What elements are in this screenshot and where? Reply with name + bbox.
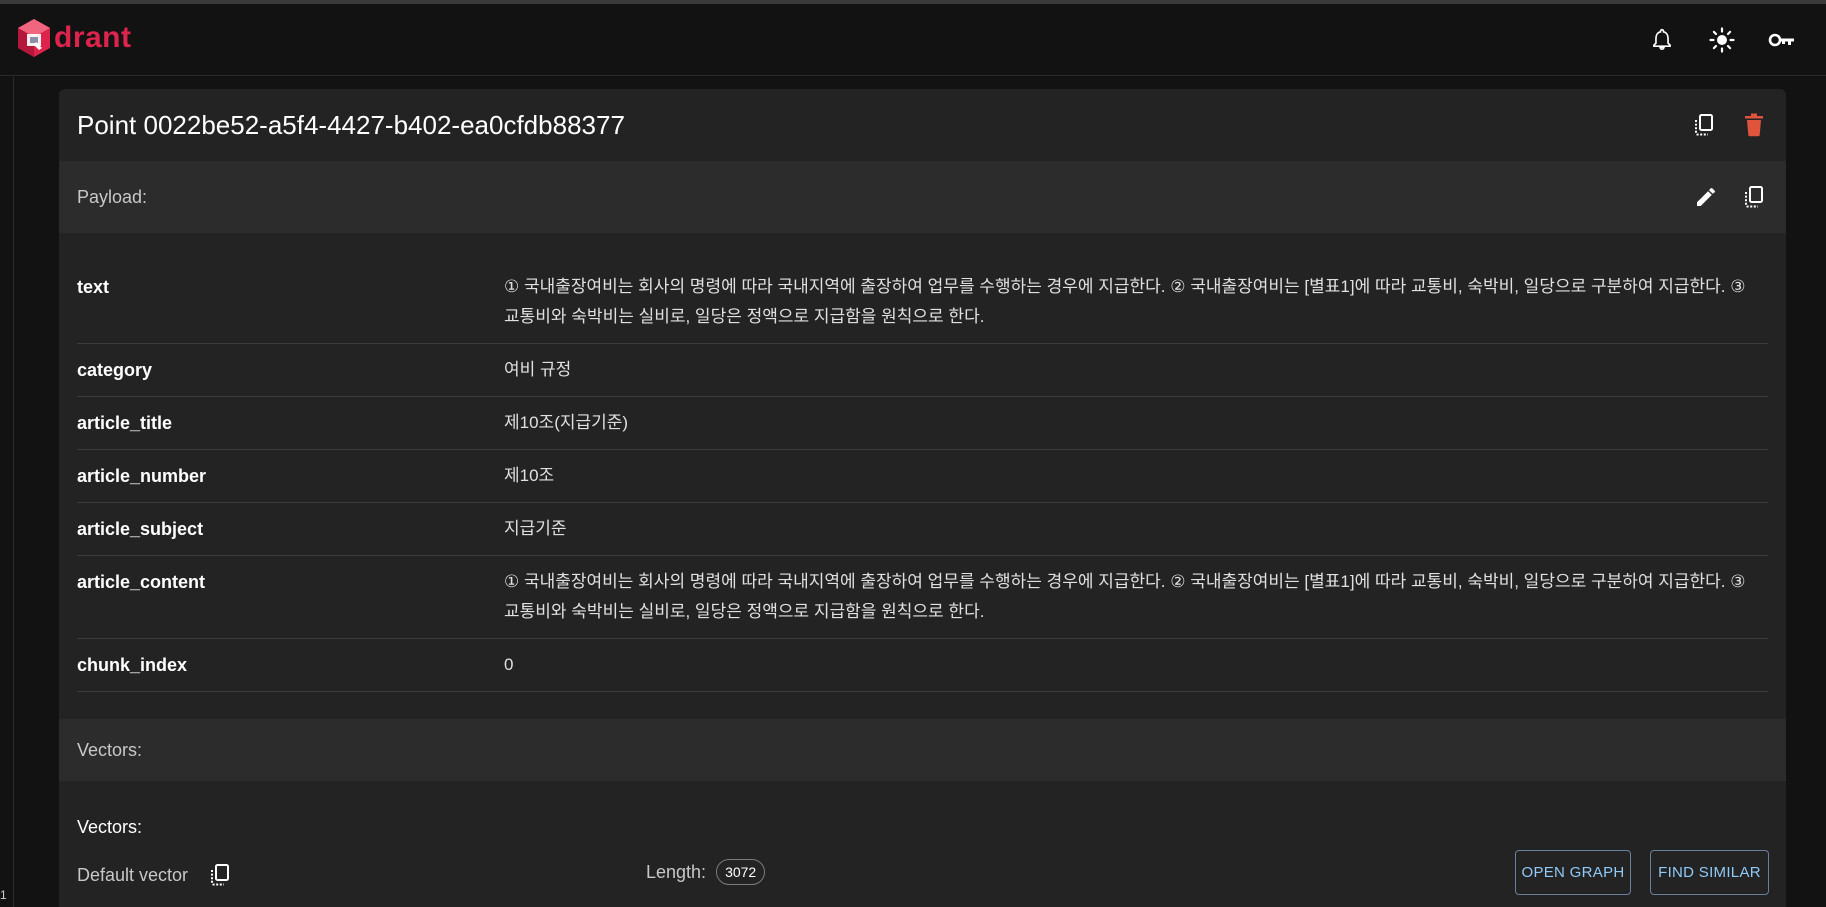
payload-table: text ① 국내출장여비는 회사의 명령에 따라 국내지역에 출장하여 업무를… bbox=[59, 233, 1786, 692]
payload-value: ① 국내출장여비는 회사의 명령에 따라 국내지역에 출장하여 업무를 수행하는… bbox=[504, 572, 1746, 621]
payload-value: 지급기준 bbox=[504, 519, 567, 538]
payload-row: article_subject 지급기준 bbox=[77, 503, 1768, 556]
copy-payload-button[interactable] bbox=[1740, 183, 1768, 211]
payload-key: article_number bbox=[77, 466, 207, 486]
payload-row: article_content ① 국내출장여비는 회사의 명령에 따라 국내지… bbox=[77, 556, 1768, 639]
delete-point-button[interactable] bbox=[1740, 111, 1768, 139]
payload-value: 여비 규정 bbox=[504, 360, 572, 379]
copy-icon bbox=[1695, 114, 1713, 136]
default-vector-label: Default vector bbox=[77, 864, 189, 885]
payload-key: article_content bbox=[77, 572, 206, 592]
payload-value: ① 국내출장여비는 회사의 명령에 따라 국내지역에 출장하여 업무를 수행하는… bbox=[504, 277, 1746, 326]
payload-row: category 여비 규정 bbox=[77, 344, 1768, 397]
pencil-icon bbox=[1697, 188, 1715, 206]
copy-point-button[interactable] bbox=[1690, 111, 1718, 139]
payload-row: article_number 제10조 bbox=[77, 450, 1768, 503]
app-logo[interactable]: drant bbox=[16, 18, 132, 58]
trash-icon bbox=[1745, 113, 1763, 137]
logo-text: drant bbox=[54, 21, 132, 54]
sun-icon bbox=[1709, 27, 1735, 53]
payload-key: chunk_index bbox=[77, 655, 188, 675]
copy-vector-button[interactable] bbox=[206, 861, 234, 889]
point-card-header: Point 0022be52-a5f4-4427-b402-ea0cfdb883… bbox=[59, 89, 1786, 161]
api-key-button[interactable] bbox=[1766, 24, 1798, 56]
vectors-sub-label: Vectors: bbox=[77, 817, 143, 837]
default-vector: Default vector bbox=[77, 861, 234, 889]
qdrant-logo-icon bbox=[18, 19, 50, 57]
payload-actions bbox=[1692, 183, 1768, 211]
edit-payload-button[interactable] bbox=[1692, 183, 1720, 211]
length-label: Length: bbox=[646, 861, 707, 882]
payload-section-header: Payload: bbox=[59, 161, 1786, 233]
vectors-section-label: Vectors: bbox=[77, 739, 143, 760]
key-icon bbox=[1768, 33, 1794, 47]
app-header: drant bbox=[0, 4, 1826, 76]
vectors-body: Vectors: Default vector Length: 3072 OPE… bbox=[59, 781, 1786, 907]
payload-key: category bbox=[77, 360, 153, 380]
payload-row: article_title 제10조(지급기준) bbox=[77, 397, 1768, 450]
point-actions bbox=[1690, 111, 1768, 139]
payload-row: chunk_index 0 bbox=[77, 639, 1768, 692]
theme-toggle-button[interactable] bbox=[1706, 24, 1738, 56]
payload-key: article_subject bbox=[77, 519, 204, 539]
header-actions bbox=[1646, 24, 1798, 56]
payload-value: 0 bbox=[504, 655, 514, 674]
bell-icon bbox=[1653, 28, 1671, 50]
vectors-section-header: Vectors: bbox=[59, 719, 1786, 781]
payload-label: Payload: bbox=[77, 186, 148, 207]
sidebar-collapsed[interactable] bbox=[0, 77, 14, 907]
length-chip: 3072 bbox=[716, 859, 766, 885]
point-card: Point 0022be52-a5f4-4427-b402-ea0cfdb883… bbox=[59, 89, 1786, 907]
sidebar-digit: 1 bbox=[0, 888, 7, 902]
payload-value: 제10조(지급기준) bbox=[504, 413, 629, 432]
notifications-button[interactable] bbox=[1646, 24, 1678, 56]
payload-key: article_title bbox=[77, 413, 173, 433]
payload-row: text ① 국내출장여비는 회사의 명령에 따라 국내지역에 출장하여 업무를… bbox=[77, 261, 1768, 344]
find-similar-button[interactable]: FIND SIMILAR bbox=[1650, 850, 1769, 895]
payload-key: text bbox=[77, 277, 110, 297]
copy-icon bbox=[211, 864, 230, 886]
vector-length: Length: 3072 bbox=[646, 859, 766, 885]
copy-icon bbox=[1745, 186, 1763, 208]
open-graph-button[interactable]: OPEN GRAPH bbox=[1515, 850, 1631, 895]
payload-value: 제10조 bbox=[504, 466, 555, 485]
point-title: Point 0022be52-a5f4-4427-b402-ea0cfdb883… bbox=[77, 109, 625, 140]
